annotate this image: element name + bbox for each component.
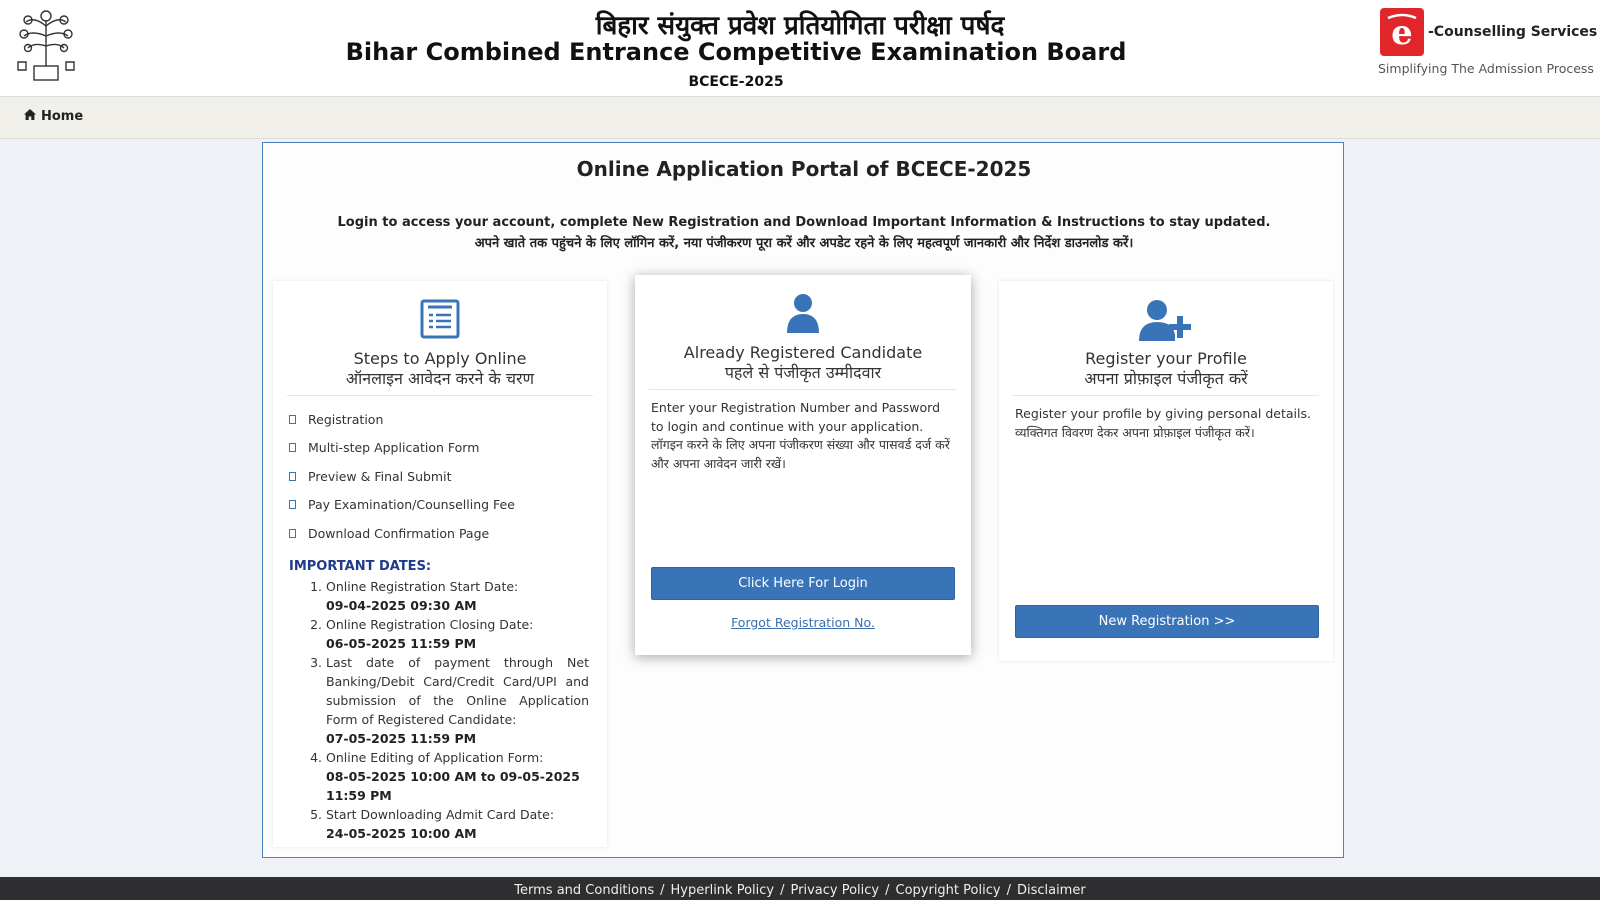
bullet-icon <box>289 500 296 510</box>
list-item: Download Confirmation Page <box>289 519 589 548</box>
date-value: 08-05-2025 10:00 AM to 09-05-2025 11:59 … <box>326 769 580 803</box>
register-instructions: Register your profile by giving personal… <box>1015 406 1311 440</box>
new-registration-button[interactable]: New Registration >> <box>1015 605 1319 638</box>
footer-link-copyright-policy[interactable]: Copyright Policy <box>896 883 1001 898</box>
date-item: 1. Online Registration Start Date: 09-04-… <box>289 577 589 615</box>
nav-home-link[interactable]: Home <box>24 109 83 124</box>
forgot-registration-link[interactable]: Forgot Registration No. <box>635 615 971 630</box>
steps-card-title-hindi: ऑनलाइन आवेदन करने के चरण <box>345 369 535 388</box>
date-value: 09-04-2025 09:30 AM <box>326 598 477 613</box>
nav-home-label: Home <box>41 109 84 124</box>
card-divider <box>1013 395 1319 396</box>
user-icon <box>635 293 971 333</box>
application-portal-panel: Online Application Portal of BCECE-2025 … <box>262 142 1344 858</box>
portal-title: Online Application Portal of BCECE-2025 <box>576 157 1032 181</box>
site-header: बिहार संयुक्त प्रवेश प्रतियोगिता परीक्षा… <box>0 0 1600 97</box>
footer-links: Terms and Conditions / Hyperlink Policy / Pr… <box>514 883 1086 898</box>
checklist-icon <box>273 299 607 339</box>
register-profile-card: Register your Profile अपना प्रोफ़ाइल पंज… <box>999 281 1333 661</box>
bullet-icon <box>289 471 296 481</box>
bullet-icon <box>289 528 296 538</box>
e-counselling-logo-icon: e <box>1380 8 1424 56</box>
list-item: Pay Examination/Counselling Fee <box>289 491 589 520</box>
add-user-icon <box>999 299 1333 341</box>
register-card-title-english: Register your Profile <box>1085 349 1247 368</box>
home-icon <box>24 109 36 124</box>
date-item: 3. Last date of payment through Net Bank… <box>310 655 589 746</box>
steps-to-apply-card: Steps to Apply Online ऑनलाइन आवेदन करने … <box>273 281 607 847</box>
steps-list: Registration Multi-step Application Form… <box>289 405 589 548</box>
date-value: 07-05-2025 11:59 PM <box>326 731 477 746</box>
date-item: 2. Online Registration Closing Date: 06-0… <box>289 615 589 653</box>
card-divider <box>649 389 957 390</box>
footer-link-terms[interactable]: Terms and Conditions <box>514 883 654 898</box>
footer-link-hyperlink-policy[interactable]: Hyperlink Policy <box>671 883 775 898</box>
site-footer: Terms and Conditions / Hyperlink Policy / Pr… <box>0 877 1600 900</box>
top-nav-bar: Home <box>0 97 1600 139</box>
bullet-icon <box>289 443 296 453</box>
board-title-hindi: बिहार संयुक्त प्रवेश प्रतियोगिता परीक्षा… <box>595 11 1005 41</box>
date-item: 5. Start Downloading Admit Card Date: 24-… <box>289 805 589 843</box>
footer-link-privacy-policy[interactable]: Privacy Policy <box>791 883 880 898</box>
login-card-title-english: Already Registered Candidate <box>683 343 923 362</box>
portal-subtitle-hindi: अपने खाते तक पहुंचने के लिए लॉगिन करें, … <box>474 236 1134 251</box>
login-card-title-hindi: पहले से पंजीकृत उम्मीदवार <box>724 363 882 382</box>
register-card-title-hindi: अपना प्रोफ़ाइल पंजीकृत करें <box>1084 369 1248 388</box>
date-value: 24-05-2025 10:00 AM <box>326 826 477 841</box>
card-divider <box>287 395 593 396</box>
date-item: 4. Online Editing of Application Form: 08… <box>289 748 589 805</box>
board-title-english: Bihar Combined Entrance Competitive Exam… <box>345 38 1127 66</box>
bullet-icon <box>289 414 296 424</box>
date-value: 06-05-2025 11:59 PM <box>326 636 477 651</box>
login-instructions: Enter your Registration Number and Passw… <box>651 400 950 471</box>
registered-candidate-card: Already Registered Candidate पहले से पंज… <box>635 275 971 655</box>
footer-link-disclaimer[interactable]: Disclaimer <box>1017 883 1086 898</box>
important-dates-heading: IMPORTANT DATES: <box>289 559 432 574</box>
important-dates-list: 1. Online Registration Start Date: 09-04-… <box>289 577 589 843</box>
partner-brand-name: -Counselling Services <box>1428 24 1598 40</box>
portal-subtitle-english: Login to access your account, complete N… <box>337 215 1271 230</box>
exam-year-label: BCECE-2025 <box>688 74 784 90</box>
list-item: Registration <box>289 405 589 434</box>
list-item: Preview & Final Submit <box>289 462 589 491</box>
list-item: Multi-step Application Form <box>289 434 589 463</box>
svg-text:e: e <box>1391 13 1413 53</box>
login-button[interactable]: Click Here For Login <box>651 567 955 600</box>
partner-tagline: Simplifying The Admission Process <box>1378 61 1594 76</box>
steps-card-title-english: Steps to Apply Online <box>353 349 527 368</box>
